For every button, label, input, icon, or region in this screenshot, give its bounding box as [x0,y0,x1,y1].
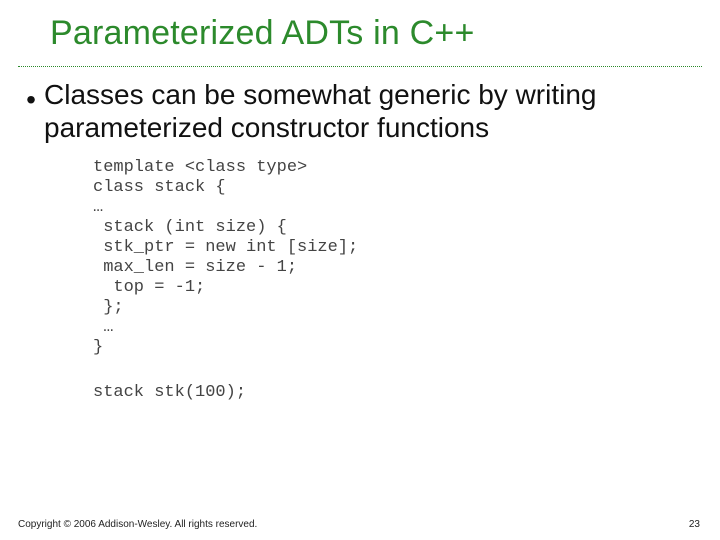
code-block: template <class type> class stack { … st… [93,158,702,358]
bullet-text-1: Classes can be somewhat generic by writi… [44,76,702,144]
slide-body: • Classes can be somewhat generic by wri… [18,76,702,402]
bullet-row-1: • Classes can be somewhat generic by wri… [18,76,702,144]
slide-title: Parameterized ADTs in C++ [50,14,475,53]
slide: Parameterized ADTs in C++ • Classes can … [0,0,720,540]
bullet-marker: • [18,76,44,144]
page-number: 23 [689,519,700,530]
copyright-footer: Copyright © 2006 Addison-Wesley. All rig… [18,519,257,530]
code-sample-line: stack stk(100); [93,383,702,402]
divider-line [18,66,702,67]
